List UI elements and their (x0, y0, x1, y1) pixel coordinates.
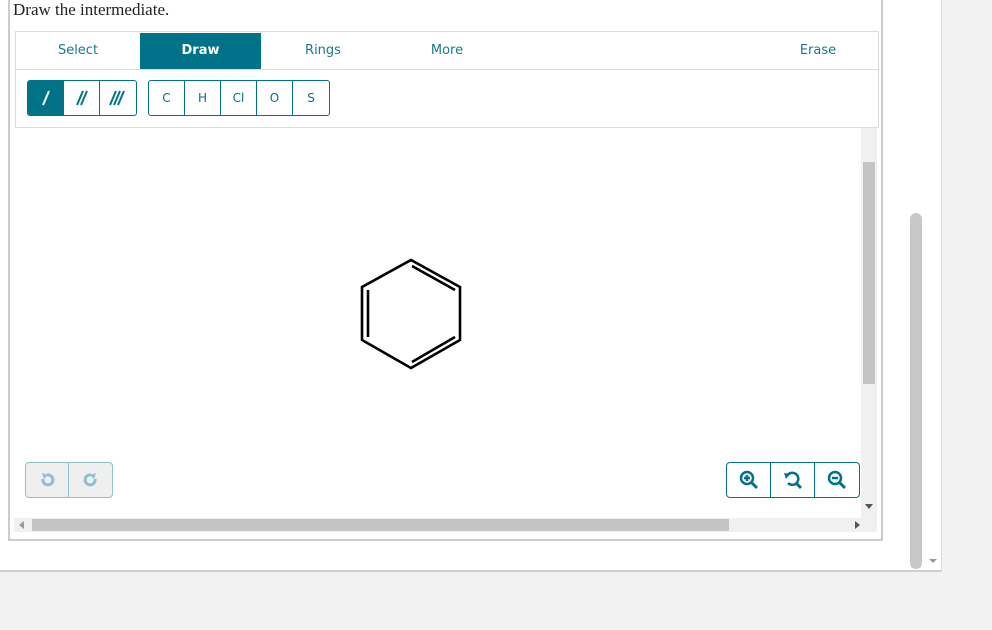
tab-draw[interactable]: Draw (140, 33, 261, 69)
drawing-canvas[interactable] (14, 128, 862, 518)
scroll-right-arrow-icon[interactable] (855, 521, 861, 529)
redo-icon (83, 473, 97, 487)
double-bond-line (411, 335, 456, 364)
zoom-tools (726, 462, 860, 498)
zoom-in-icon (739, 470, 758, 490)
page-scroll-down-icon[interactable] (929, 559, 937, 564)
atom-s-button[interactable]: S (293, 81, 329, 115)
reset-zoom-button[interactable] (771, 463, 815, 497)
triple-bond-icon (109, 90, 125, 106)
zoom-in-button[interactable] (727, 463, 771, 497)
double-bond-line (411, 264, 456, 292)
redo-button[interactable] (69, 463, 112, 497)
atom-c-button[interactable]: C (149, 81, 185, 115)
undo-button[interactable] (26, 463, 69, 497)
double-bond-icon (75, 90, 88, 106)
canvas-horizontal-scrollbar[interactable] (14, 518, 877, 532)
editor-toolbar: Select Draw Rings More Erase C H Cl O S (15, 31, 879, 128)
divider (16, 69, 878, 70)
atom-o-button[interactable]: O (257, 81, 293, 115)
scrollbar-thumb[interactable] (863, 162, 875, 384)
atom-h-button[interactable]: H (185, 81, 221, 115)
scroll-left-arrow-icon[interactable] (19, 521, 25, 529)
tab-erase[interactable]: Erase (756, 33, 880, 69)
molecule-editor: Select Draw Rings More Erase C H Cl O S (8, 0, 883, 541)
double-bond-button[interactable] (64, 81, 100, 115)
molecule[interactable] (360, 258, 462, 370)
tab-select[interactable]: Select (16, 33, 140, 69)
single-bond-button[interactable] (28, 81, 64, 115)
atom-tools: C H Cl O S (148, 80, 330, 116)
page-scrollbar-thumb[interactable] (910, 213, 922, 569)
canvas-vertical-scrollbar[interactable] (861, 128, 877, 518)
zoom-out-button[interactable] (815, 463, 859, 497)
triple-bond-button[interactable] (100, 81, 136, 115)
undo-icon (41, 473, 55, 487)
scrollbar-thumb[interactable] (32, 519, 729, 531)
zoom-out-icon (827, 470, 847, 490)
question-panel: Draw the intermediate. Select Draw Rings… (0, 0, 942, 572)
bond-tools (27, 80, 137, 116)
single-bond-icon (41, 90, 50, 106)
history-tools (25, 462, 113, 498)
ring (360, 258, 462, 370)
tab-rings[interactable]: Rings (261, 33, 385, 69)
scroll-down-arrow-icon[interactable] (865, 504, 873, 510)
atom-cl-button[interactable]: Cl (221, 81, 257, 115)
reset-zoom-icon (783, 471, 802, 490)
tab-more[interactable]: More (385, 33, 509, 69)
